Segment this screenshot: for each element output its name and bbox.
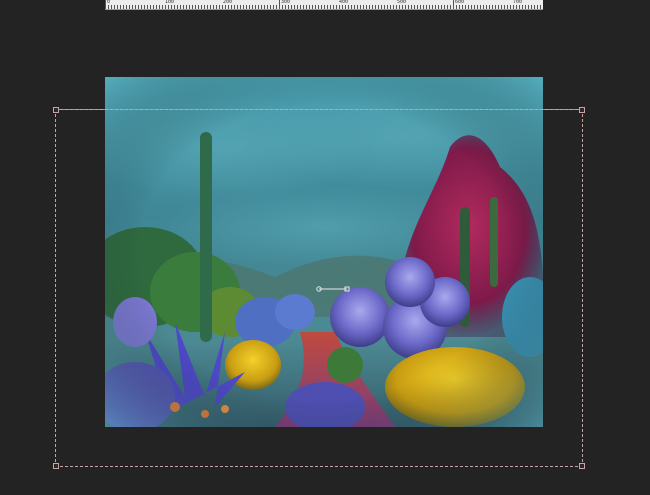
crop-handle-bottom-left[interactable] <box>53 463 59 469</box>
ruler-label-100: 100 <box>165 0 175 5</box>
ruler-label-200: 200 <box>223 0 233 5</box>
ruler-label-600: 600 <box>455 0 465 5</box>
ruler-label-700: 700 <box>513 0 523 5</box>
horizontal-ruler[interactable]: 0 100 200 300 400 500 600 700 <box>105 0 543 10</box>
ruler-label-400: 400 <box>339 0 349 5</box>
crop-handle-bottom-right[interactable] <box>579 463 585 469</box>
ruler-label-500: 500 <box>397 0 407 5</box>
crop-handle-top-left[interactable] <box>53 107 59 113</box>
ruler-label-300: 300 <box>281 0 291 5</box>
ruler-label-0: 0 <box>107 0 111 5</box>
canvas-workspace[interactable] <box>0 10 650 495</box>
crop-handle-top-right[interactable] <box>579 107 585 113</box>
measure-line-icon[interactable] <box>316 286 350 292</box>
